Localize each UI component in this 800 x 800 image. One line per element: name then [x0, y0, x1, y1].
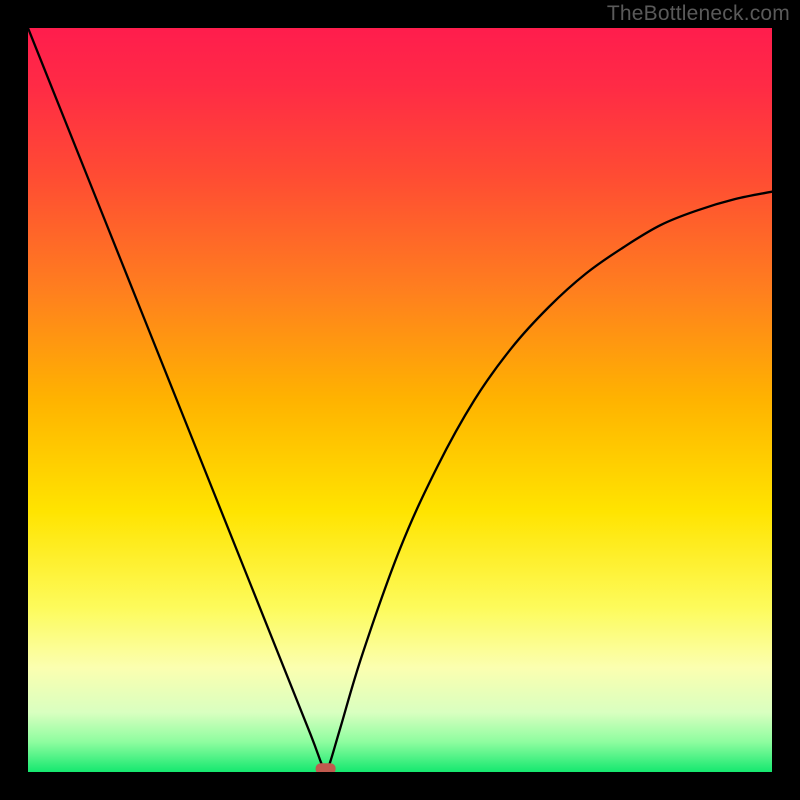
chart-svg: [28, 28, 772, 772]
plot-area: [28, 28, 772, 772]
gradient-background: [28, 28, 772, 772]
chart-frame: TheBottleneck.com: [0, 0, 800, 800]
watermark-text: TheBottleneck.com: [607, 2, 790, 26]
minimum-marker: [316, 763, 336, 772]
